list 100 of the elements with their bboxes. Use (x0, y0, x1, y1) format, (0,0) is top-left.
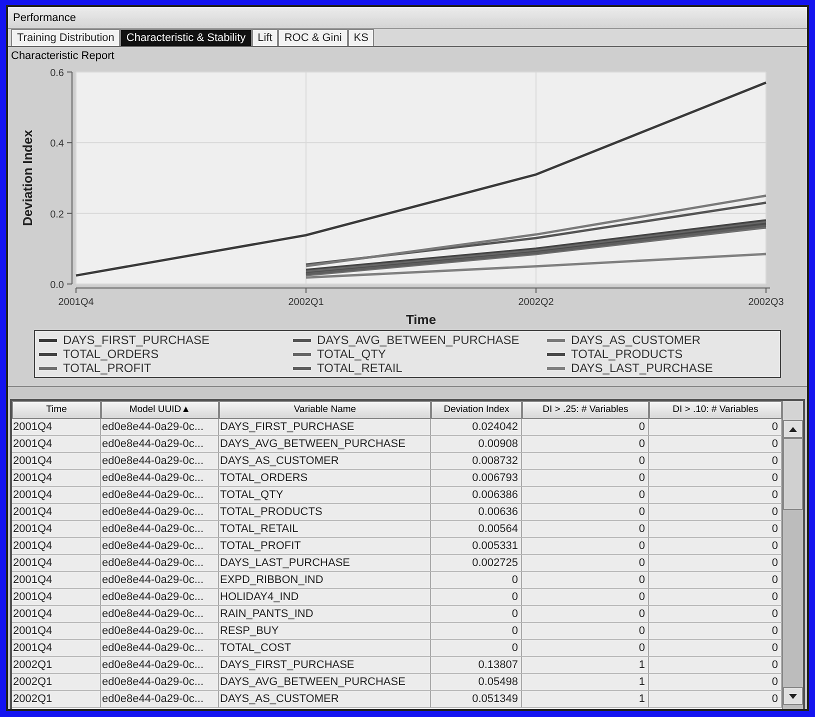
table-cell: ed0e8e44-0a29-0c... (101, 674, 219, 691)
table-cell: TOTAL_PROFIT (219, 538, 431, 555)
table-cell: 0 (522, 623, 649, 640)
table-cell: 0.13807 (431, 657, 522, 674)
table-cell: TOTAL_COST (219, 640, 431, 657)
table-cell: 0 (522, 419, 649, 436)
table-cell: 2001Q4 (12, 419, 101, 436)
table-cell: DAYS_FIRST_PURCHASE (219, 419, 431, 436)
table-cell: 0.051349 (431, 691, 522, 708)
legend-label: DAYS_FIRST_PURCHASE (63, 333, 210, 347)
table-cell: ed0e8e44-0a29-0c... (101, 623, 219, 640)
x-tick-label: 2002Q1 (288, 297, 324, 308)
table-cell: 2002Q1 (12, 657, 101, 674)
table-cell: 0 (522, 606, 649, 623)
table-cell: 0 (522, 555, 649, 572)
table-cell: 2001Q4 (12, 640, 101, 657)
table-cell: ed0e8e44-0a29-0c... (101, 487, 219, 504)
legend-label: DAYS_AS_CUSTOMER (571, 333, 701, 347)
table-cell: TOTAL_QTY (219, 487, 431, 504)
table-cell: 1 (522, 691, 649, 708)
window-title: Performance (8, 7, 807, 29)
table-cell: 2001Q4 (12, 538, 101, 555)
table-cell: 0 (431, 623, 522, 640)
table-cell: ed0e8e44-0a29-0c... (101, 436, 219, 453)
table-cell: DAYS_FIRST_PURCHASE (219, 657, 431, 674)
table-cell: DAYS_AS_CUSTOMER (219, 691, 431, 708)
legend-label: DAYS_LAST_PURCHASE (571, 361, 713, 375)
table-cell: ed0e8e44-0a29-0c... (101, 691, 219, 708)
table-cell: 2001Q4 (12, 589, 101, 606)
table-cell: 1 (522, 674, 649, 691)
table-cell: TOTAL_ORDERS (219, 470, 431, 487)
x-tick-label: 2002Q2 (518, 297, 554, 308)
table-cell: 0 (522, 453, 649, 470)
table-cell: HOLIDAY4_IND (219, 589, 431, 606)
table-cell: ed0e8e44-0a29-0c... (101, 538, 219, 555)
table-cell: 1 (522, 657, 649, 674)
table-cell: ed0e8e44-0a29-0c... (101, 419, 219, 436)
table-cell: 0 (522, 589, 649, 606)
table-cell: EXPD_RIBBON_IND (219, 572, 431, 589)
table-cell: 0 (431, 589, 522, 606)
table-cell: 0 (522, 640, 649, 657)
table-cell: ed0e8e44-0a29-0c... (101, 640, 219, 657)
table-cell: 0.05498 (431, 674, 522, 691)
table-cell: 2001Q4 (12, 521, 101, 538)
table-cell: ed0e8e44-0a29-0c... (101, 589, 219, 606)
table-cell: ed0e8e44-0a29-0c... (101, 572, 219, 589)
table-cell: 0.006386 (431, 487, 522, 504)
legend-label: TOTAL_RETAIL (317, 361, 402, 375)
table-cell: RAIN_PANTS_IND (219, 606, 431, 623)
table-cell: TOTAL_RETAIL (219, 521, 431, 538)
table-cell: 2001Q4 (12, 623, 101, 640)
table-cell: 2001Q4 (12, 555, 101, 572)
report-title: Characteristic Report (10, 49, 116, 62)
y-tick-label: 0.0 (50, 280, 64, 291)
table-cell: 0 (522, 436, 649, 453)
table-cell: 0 (431, 606, 522, 623)
table-cell: 0 (522, 504, 649, 521)
x-tick-label: 2001Q4 (58, 297, 94, 308)
table-cell: DAYS_AVG_BETWEEN_PURCHASE (219, 436, 431, 453)
table-cell: 2001Q4 (12, 504, 101, 521)
table-cell: 0.005331 (431, 538, 522, 555)
table-cell: 0.00564 (431, 521, 522, 538)
table-cell: DAYS_AS_CUSTOMER (219, 453, 431, 470)
table-cell: 2001Q4 (12, 436, 101, 453)
table-cell: 2001Q4 (12, 453, 101, 470)
table-cell: ed0e8e44-0a29-0c... (101, 657, 219, 674)
x-tick-label: 2002Q3 (748, 297, 784, 308)
table-cell: 2002Q1 (12, 674, 101, 691)
table-cell: ed0e8e44-0a29-0c... (101, 453, 219, 470)
legend-label: TOTAL_PRODUCTS (571, 347, 683, 361)
table-cell: 0.024042 (431, 419, 522, 436)
x-axis-title: Time (406, 312, 436, 327)
y-tick-label: 0.6 (50, 68, 64, 79)
table-cell: 0 (522, 487, 649, 504)
table-cell: 0 (431, 640, 522, 657)
y-tick-label: 0.4 (50, 138, 64, 150)
table-cell: 2002Q1 (12, 691, 101, 708)
table-cell: 0.008732 (431, 453, 522, 470)
legend-label: TOTAL_PROFIT (63, 361, 152, 375)
table-cell: RESP_BUY (219, 623, 431, 640)
table-cell: 0 (522, 538, 649, 555)
table-cell: ed0e8e44-0a29-0c... (101, 470, 219, 487)
table-cell: 0 (522, 470, 649, 487)
table-cell: DAYS_AVG_BETWEEN_PURCHASE (219, 674, 431, 691)
table-cell: 2001Q4 (12, 470, 101, 487)
table-cell: 0.00908 (431, 436, 522, 453)
table-cell: 0.002725 (431, 555, 522, 572)
table-cell: 2001Q4 (12, 606, 101, 623)
table-cell: DAYS_LAST_PURCHASE (219, 555, 431, 572)
table-cell: 0 (431, 572, 522, 589)
table-cell: 0.00636 (431, 504, 522, 521)
table-cell: 2001Q4 (12, 572, 101, 589)
table-cell: ed0e8e44-0a29-0c... (101, 521, 219, 538)
legend-label: TOTAL_ORDERS (63, 347, 159, 361)
table-cell: ed0e8e44-0a29-0c... (101, 606, 219, 623)
y-tick-label: 0.2 (50, 209, 64, 220)
legend-label: TOTAL_QTY (317, 347, 386, 361)
y-axis-title: Deviation Index (20, 130, 35, 226)
table-cell: 0.006793 (431, 470, 522, 487)
table-cell: ed0e8e44-0a29-0c... (101, 555, 219, 572)
